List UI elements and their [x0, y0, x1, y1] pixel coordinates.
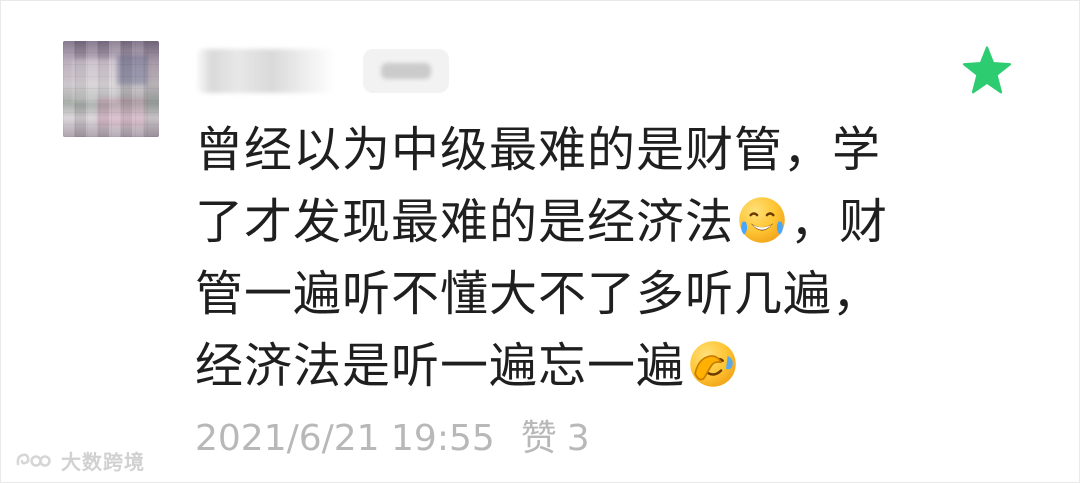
likes-count: 3 [566, 418, 590, 459]
user-header [195, 49, 449, 93]
likes[interactable]: 赞 3 [521, 409, 590, 461]
comment-text: 曾经以为中级最难的是财管，学 了才发现最难的是经济法 ，财 管一遍听不懂大不了多… [195, 114, 1015, 402]
user-tag-blurred [363, 49, 449, 93]
watermark: 大数跨境 [13, 446, 145, 475]
avatar[interactable] [63, 41, 159, 137]
facepalm-emoji [690, 341, 736, 387]
comment-line-4-prefix: 经济法是听一遍忘一遍 [195, 338, 686, 394]
comment-timestamp: 2021/6/21 19:55 [195, 418, 495, 459]
comment-line-2-suffix: ，财 [790, 194, 889, 250]
comment-meta: 2021/6/21 19:55 赞 3 [195, 409, 590, 461]
likes-label: 赞 [520, 418, 557, 459]
avatar-pixel-grid [63, 41, 159, 137]
watermark-logo-icon [16, 453, 51, 467]
comment-line-2-prefix: 了才发现最难的是经济法 [195, 194, 735, 250]
comment-line-1: 曾经以为中级最难的是财管，学 [195, 122, 882, 178]
username-blurred[interactable] [195, 49, 335, 93]
comment-card: 曾经以为中级最难的是财管，学 了才发现最难的是经济法 ，财 管一遍听不懂大不了多… [0, 0, 1080, 483]
comment-line-3: 管一遍听不懂大不了多听几遍， [195, 266, 882, 322]
star-icon[interactable] [959, 43, 1015, 99]
watermark-text: 大数跨境 [61, 450, 145, 474]
laughing-with-tears-emoji [739, 197, 785, 243]
